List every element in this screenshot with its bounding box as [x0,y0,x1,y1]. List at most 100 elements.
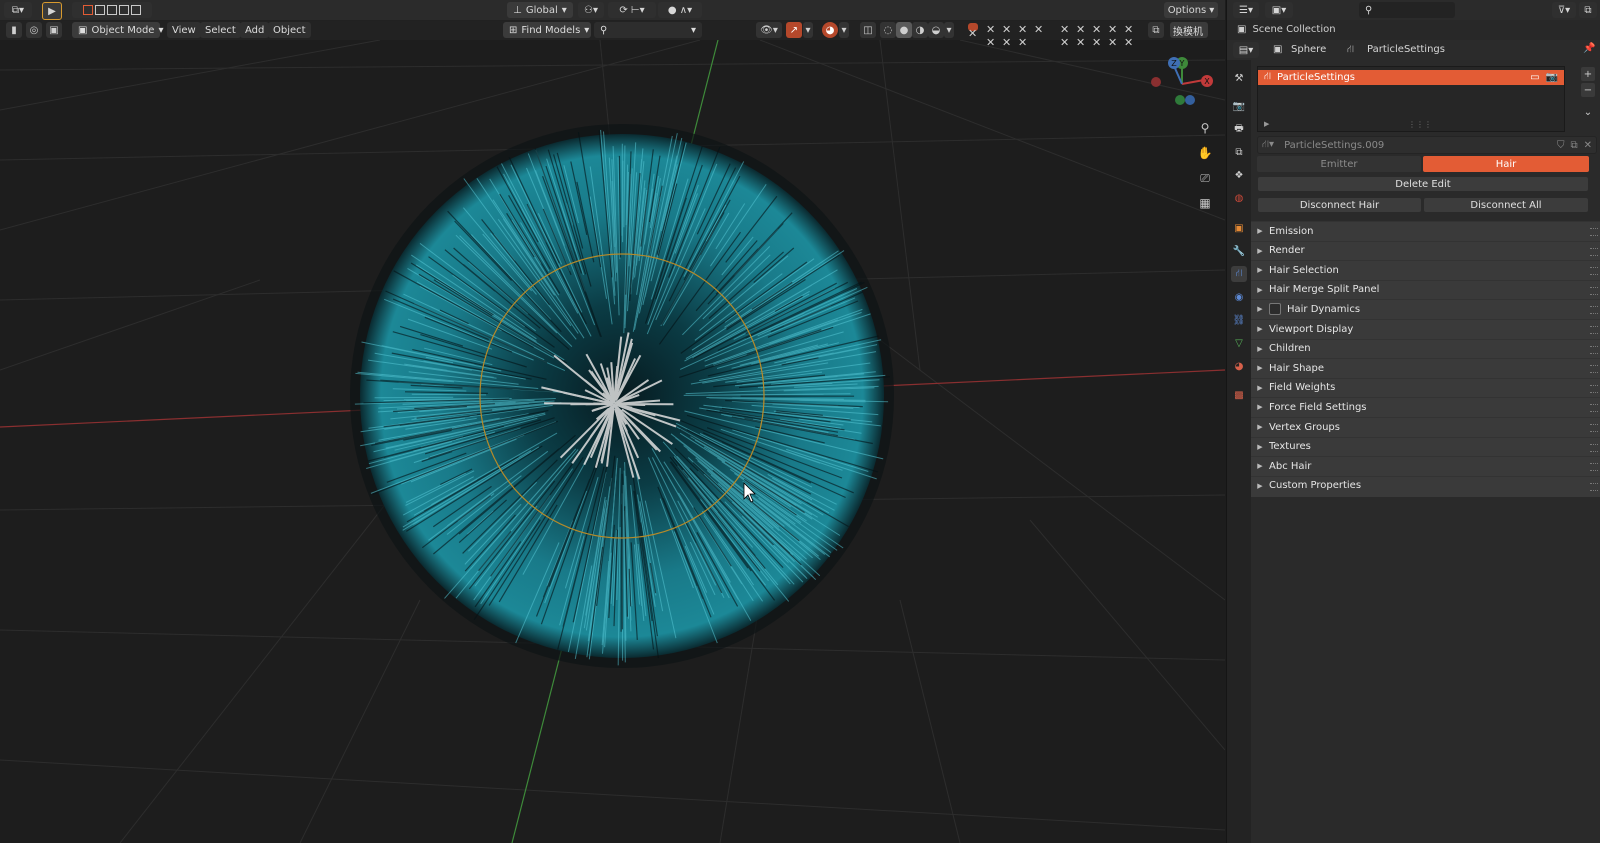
snapping-icon[interactable]: ⟳ ⊢▾ [608,2,656,18]
properties-editor-icon[interactable]: ▤▾ [1233,42,1259,58]
disconnect-hair-button[interactable]: Disconnect Hair [1257,197,1422,213]
drag-grip-icon[interactable] [1590,326,1598,334]
panel-header[interactable]: ▶ Hair Shape [1251,358,1600,377]
drag-grip-icon[interactable] [1590,228,1598,236]
select-tool-icon[interactable]: ▶ [42,2,62,20]
expand-triangle-icon[interactable]: ▶ [1264,120,1269,128]
3d-viewport[interactable]: Y Z X ⚲ ✋ ⎚ ▦ [0,40,1225,843]
panel-header[interactable]: ▶ Vertex Groups [1251,417,1600,436]
menu-object[interactable]: Object [268,22,311,38]
fake-user-icon[interactable]: ⛉ [1557,140,1565,151]
panel-header[interactable]: ▶ Render [1251,240,1600,260]
particle-settings-datablock[interactable]: ⛙▾ ParticleSettings.009 ⛉ ⧉ ✕ [1257,136,1597,154]
close-icon[interactable]: ✕ [1034,23,1043,36]
drag-grip-icon[interactable] [1590,463,1598,472]
visibility-icon[interactable]: 👁▾ [756,22,782,38]
view-layer-tab-icon[interactable]: ⧉ [1231,144,1247,160]
screen-icon[interactable]: ⧉ [1148,22,1164,38]
panel-header[interactable]: ▶ Hair Selection [1251,260,1600,279]
wireframe-shading-icon[interactable]: ◌ [880,22,896,38]
object-tab-icon[interactable]: ▣ [1231,220,1247,236]
material-shading-icon[interactable]: ◑ [912,22,928,38]
remove-slot-button[interactable]: − [1581,83,1595,97]
data-tab-icon[interactable]: ▽ [1231,335,1247,351]
drag-grip-icon[interactable] [1590,286,1598,295]
type-hair-option[interactable]: Hair [1423,156,1589,172]
rendered-shading-icon[interactable]: ◒ [928,22,944,38]
drag-grip-icon[interactable] [1590,384,1598,393]
filter-icon[interactable]: ⊽▾ [1552,2,1576,18]
panel-header[interactable]: ▶ Force Field Settings [1251,397,1600,416]
solid-shading-icon[interactable]: ● [896,22,912,38]
panel-header[interactable]: ▶ Abc Hair [1251,456,1600,475]
particle-system-item[interactable]: ⛙ ParticleSettings ▭ 📷 [1258,70,1564,85]
render-icon[interactable]: ▣ [46,22,62,38]
xray-icon[interactable]: ◫ [860,22,876,38]
find-models-search[interactable]: ⚲ ▾ [594,22,702,38]
panel-header[interactable]: ▶ Hair Merge Split Panel [1251,279,1600,299]
overlay-dropdown-icon[interactable]: ▾ [839,22,849,38]
navigation-gizmo[interactable]: Y Z X [1148,54,1218,114]
duplicate-icon[interactable]: ⧉ [1570,140,1577,151]
menu-add[interactable]: Add [240,22,270,38]
drag-grip-icon[interactable] [1590,345,1598,354]
material-tab-icon[interactable]: ◕ [1231,358,1247,374]
particle-system-list[interactable]: ⛙ ParticleSettings ▭ 📷 ▶ ⋮⋮⋮ [1257,66,1565,132]
texture-tab-icon[interactable]: ▩ [1231,387,1247,403]
drag-grip-icon[interactable] [1590,424,1598,432]
close-icon[interactable]: ✕ [968,27,977,40]
physics-tab-icon[interactable]: ◉ [1231,289,1247,305]
drag-grip-icon[interactable] [1590,365,1598,374]
panel-header[interactable]: ▶ Children [1251,338,1600,358]
panel-header[interactable]: ▶ Hair Dynamics [1251,299,1600,318]
proportional-editing-icon[interactable]: ● ∧▾ [658,2,702,18]
drag-grip-icon[interactable] [1590,443,1598,452]
zoom-icon[interactable]: ⚲ [1196,119,1214,137]
pin-icon[interactable]: 📌 [1583,43,1595,54]
camera-icon[interactable]: ◎ [26,22,42,38]
hand-pan-icon[interactable]: ✋ [1196,144,1214,162]
drag-grip-icon[interactable] [1590,404,1598,413]
render-toggle-icon[interactable]: 📷 [1546,72,1558,83]
viewport-toggle-icon[interactable]: ▭ [1530,72,1539,83]
add-slot-button[interactable]: + [1581,67,1595,81]
transform-orientation-dropdown[interactable]: ⊥ Global ▾ [507,2,573,18]
gizmo-icon[interactable]: ↗ [786,22,802,38]
panel-enable-checkbox[interactable] [1269,303,1281,316]
scene-tab-icon[interactable]: ❖ [1231,167,1247,183]
particles-tab-icon[interactable]: ⛙ [1231,266,1247,282]
drag-grip-icon[interactable] [1590,267,1598,276]
display-mode-icon[interactable]: ▣▾ [1265,2,1293,18]
panel-header[interactable]: ▶ Textures [1251,436,1600,456]
menu-select[interactable]: Select [200,22,241,38]
panel-header[interactable]: ▶ Field Weights [1251,377,1600,397]
panel-header[interactable]: ▶ Custom Properties [1251,475,1600,495]
panel-header[interactable]: ▶ Viewport Display [1251,319,1600,338]
drag-grip-icon[interactable] [1590,482,1598,491]
menu-view[interactable]: View [167,22,201,38]
type-emitter-option[interactable]: Emitter [1257,156,1421,172]
delete-edit-button[interactable]: Delete Edit [1257,176,1589,192]
camera-view-icon[interactable]: ⎚ [1196,169,1214,187]
drag-grip-icon[interactable] [1590,247,1598,256]
editor-type-icon[interactable]: ⧉▾ [4,2,32,18]
unlink-icon[interactable]: ✕ [1584,140,1592,151]
drag-grip-icon[interactable] [1590,306,1598,315]
render-tab-icon[interactable]: 📷 [1231,98,1247,114]
resize-grip-icon[interactable]: ⋮⋮⋮ [1408,120,1432,129]
bookmark-icon[interactable]: ▮ [6,22,22,38]
outliner-search[interactable]: ⚲ [1359,2,1455,18]
constraints-tab-icon[interactable]: ⛓ [1231,312,1247,328]
world-tab-icon[interactable]: ◍ [1231,190,1247,206]
pivot-point-icon[interactable]: ⚇▾ [578,2,604,18]
list-menu-chevron-icon[interactable]: ⌄ [1581,105,1595,119]
scene-collection-row[interactable]: ▣ Scene Collection [1227,20,1600,38]
grid-perspective-icon[interactable]: ▦ [1196,194,1214,212]
output-tab-icon[interactable]: 🖶 [1231,121,1247,137]
tool-tab-icon[interactable]: ⚒ [1231,70,1247,86]
panel-header[interactable]: ▶ Emission [1251,221,1600,240]
shading-dropdown-icon[interactable]: ▾ [944,22,954,38]
disconnect-all-button[interactable]: Disconnect All [1423,197,1589,213]
gizmo-dropdown-icon[interactable]: ▾ [803,22,813,38]
find-models-dropdown[interactable]: ⊞ Find Models ▾ [503,22,591,38]
